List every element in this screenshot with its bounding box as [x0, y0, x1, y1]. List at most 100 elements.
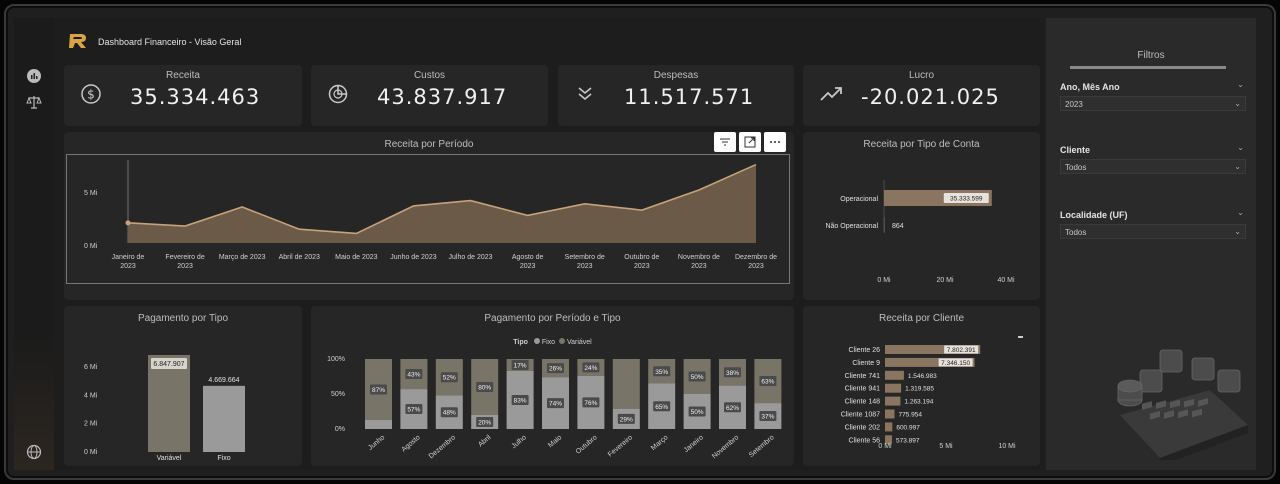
left-nav: [14, 18, 54, 470]
chart-receita-periodo[interactable]: Receita por Período 5 Mi 0 Mi Janeiro de…: [64, 132, 794, 300]
category-label: Cliente 56: [848, 437, 880, 444]
kpi-card-receita[interactable]: Receita $ 35.334.463: [64, 65, 302, 126]
kpi-title: Receita: [166, 70, 200, 81]
value-label: 74%: [549, 401, 562, 408]
bar: [148, 354, 190, 452]
chart-pagamento-tipo[interactable]: Pagamento por Tipo 6 Mi 4 Mi 2 Mi 0 Mi 6.847…: [64, 306, 302, 466]
category-label: Cliente 26: [848, 347, 880, 354]
chart-tipo-conta[interactable]: Receita por Tipo de Conta Operacional 35.…: [803, 132, 1040, 300]
kpi-value: 43.837.917: [377, 85, 508, 109]
value-label: 62%: [726, 405, 739, 412]
category-label: Cliente 941: [845, 386, 881, 393]
chevron-down-icon: ⌄: [1234, 227, 1241, 236]
x-tick-label: Variável: [157, 455, 182, 462]
value-label: 1.263.194: [904, 399, 933, 406]
dashboard-frame: Dashboard Financeiro - Visão Geral Recei…: [4, 4, 1276, 480]
bar: [885, 383, 902, 393]
x-tick-label: Maio: [547, 434, 563, 449]
dollar-circle-icon: $: [81, 84, 101, 104]
more-options-button[interactable]: [764, 132, 786, 152]
kpi-value: 11.517.571: [624, 85, 755, 109]
category-label: Cliente 741: [845, 373, 881, 380]
value-label: 35.333.599: [950, 196, 983, 203]
x-tick-label: Janeiro de 2023: [111, 254, 145, 270]
chevron-down-icon: ⌄: [1234, 162, 1241, 171]
value-label: 38%: [726, 370, 739, 377]
x-tick-label: 0 Mi: [877, 277, 891, 284]
x-tick-label: Agosto de 2023: [511, 254, 544, 270]
pie-chart-icon: [328, 84, 348, 104]
category-label: Cliente 148: [845, 399, 881, 406]
bar-variavel: [612, 359, 640, 409]
x-tick-label: 20 Mi: [936, 277, 954, 284]
x-tick-label: 10 Mi: [998, 443, 1016, 450]
x-tick-label: 5 Mi: [939, 443, 953, 450]
value-label: 50%: [691, 374, 704, 381]
x-tick-label: Junho de 2023: [390, 254, 437, 261]
value-label: 7.346.150: [941, 360, 970, 367]
filter-button[interactable]: [714, 132, 736, 152]
category-label: Cliente 9: [852, 360, 880, 367]
y-tick-label: 0%: [335, 426, 345, 433]
chart-pagamento-periodo[interactable]: Pagamento por Período e Tipo Tipo Fixo V…: [311, 306, 794, 466]
x-tick-label: Julho: [511, 434, 528, 450]
filter-lines-icon: [720, 138, 730, 146]
x-tick-label: Setembro de 2023: [564, 254, 605, 270]
value-label: 35%: [655, 369, 668, 376]
bar-chart-svg: Operacional 35.333.599 Não Operacional 864 0…: [825, 180, 1015, 284]
chart-page-icon[interactable]: [26, 68, 42, 84]
bar-fixo: [365, 419, 392, 429]
chevron-down-icon[interactable]: ⌄: [1237, 80, 1244, 89]
stacked-column-chart-svg: 100% 50% 0% 87% Junho 43% 57% Agosto 52% 48% Dezem…: [327, 356, 782, 460]
x-tick-label: Abril: [477, 434, 493, 449]
y-tick-label: 0 Mi: [84, 449, 98, 456]
x-tick-label: Setembro: [748, 434, 776, 459]
y-tick-label: 6 Mi: [84, 364, 98, 371]
value-label: 29%: [620, 416, 633, 423]
filter-dropdown-localidade[interactable]: Todos ⌄: [1060, 224, 1246, 239]
value-label: 43%: [407, 372, 420, 379]
kpi-card-despesas[interactable]: Despesas 11.517.571: [558, 65, 794, 126]
value-label: 80%: [478, 385, 491, 392]
data-point: [125, 220, 131, 226]
value-label: 57%: [407, 407, 420, 414]
filter-dropdown-ano[interactable]: 2023 ⌄: [1060, 96, 1246, 111]
svg-text:$: $: [87, 88, 95, 102]
kpi-card-custos[interactable]: Custos 43.837.917: [311, 65, 548, 126]
bar: [884, 217, 885, 233]
x-tick-label: Fevereiro de 2023: [165, 254, 205, 270]
value-label: 4.669.664: [208, 377, 239, 384]
filter-value: Todos: [1065, 228, 1087, 237]
y-tick-label: 100%: [327, 356, 345, 363]
x-tick-label: Março de 2023: [218, 254, 266, 261]
chevron-down-icon: ⌄: [1234, 99, 1241, 108]
filter-panel: Filtros Ano, Mês Ano ⌄ 2023 ⌄ Cliente ⌄ …: [1046, 18, 1256, 470]
bar: [885, 370, 904, 380]
x-tick-label: Junho: [367, 434, 386, 452]
y-tick-label: 2 Mi: [84, 421, 98, 428]
chevron-down-icon[interactable]: ⌄: [1237, 208, 1244, 217]
x-tick-label: Outubro: [575, 434, 599, 456]
column-chart-svg: 6 Mi 4 Mi 2 Mi 0 Mi 6.847.907 Variável 4.669.6…: [84, 354, 245, 462]
kpi-value: -20.021.025: [861, 85, 1000, 109]
x-tick-label: Maio de 2023: [335, 254, 378, 261]
kpi-value: 35.334.463: [130, 85, 261, 109]
x-tick-label: Abril de 2023: [278, 254, 320, 261]
y-tick-label: 4 Mi: [84, 392, 98, 399]
globe-icon[interactable]: [26, 444, 42, 460]
category-label: Cliente 202: [845, 424, 881, 431]
x-tick-label: 40 Mi: [997, 277, 1015, 284]
value-label: 573.897: [896, 437, 920, 444]
chevron-down-icon[interactable]: ⌄: [1237, 143, 1244, 152]
value-label: 24%: [584, 365, 597, 372]
focus-mode-button[interactable]: [739, 132, 761, 152]
x-tick-label: Outubro de 2023: [624, 254, 660, 270]
value-label: 37%: [761, 414, 774, 421]
value-label: 1.546.983: [908, 373, 937, 380]
filter-dropdown-cliente[interactable]: Todos ⌄: [1060, 159, 1246, 174]
category-label: Operacional: [840, 196, 878, 203]
kpi-card-lucro[interactable]: Lucro -20.021.025: [803, 65, 1040, 126]
filter-value: Todos: [1065, 163, 1087, 172]
scale-page-icon[interactable]: [26, 94, 42, 110]
chart-receita-cliente[interactable]: Receita por Cliente Cliente 26 7.802.391 C…: [803, 306, 1040, 466]
